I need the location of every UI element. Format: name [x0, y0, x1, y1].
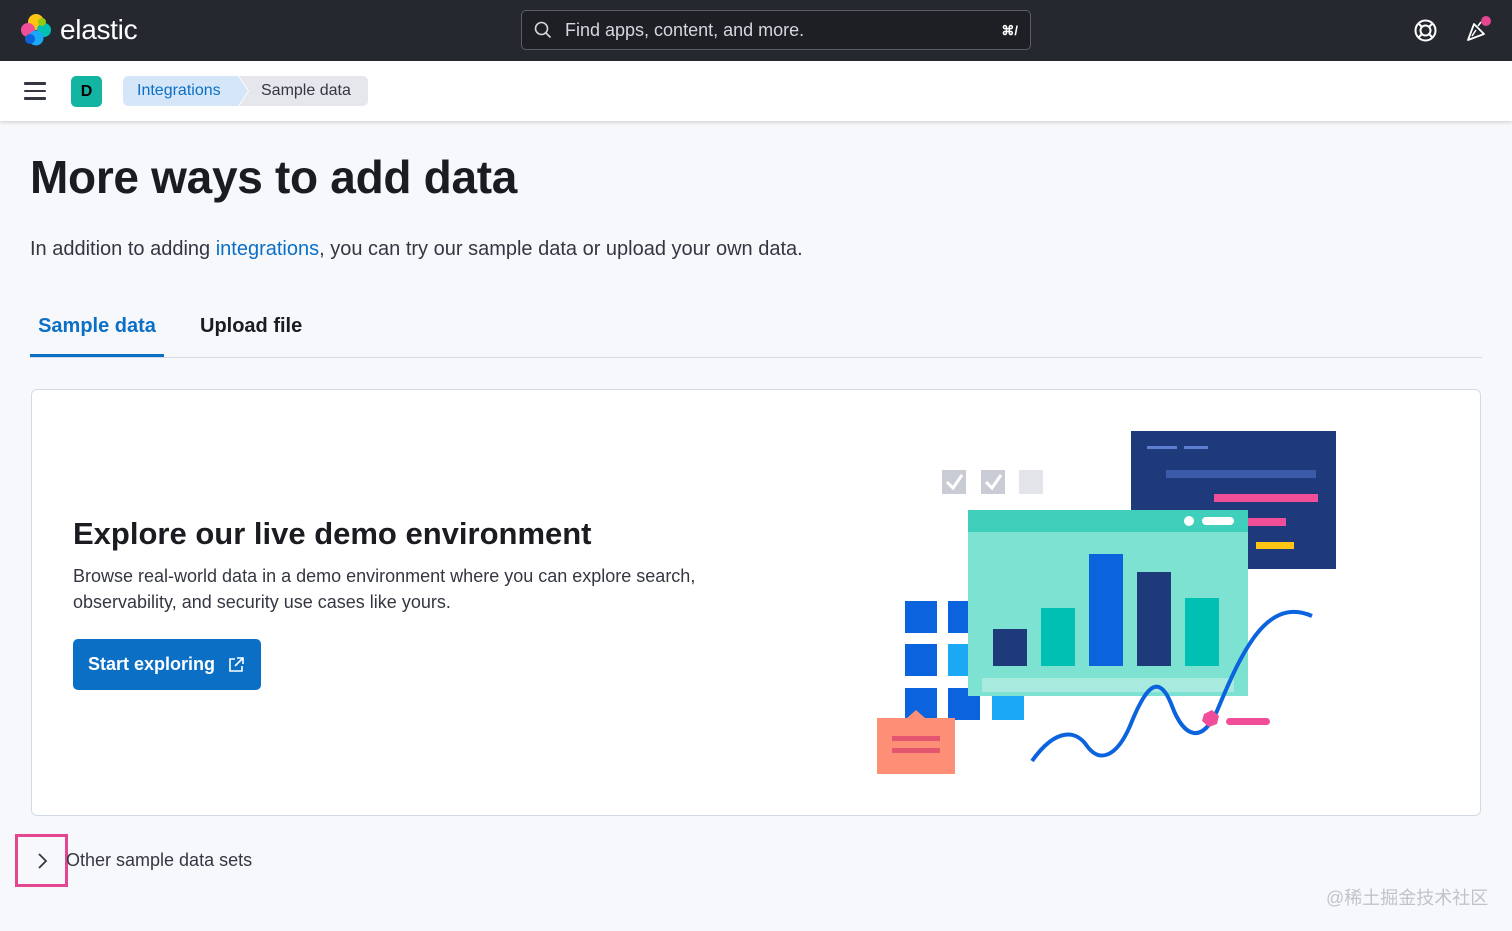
- page-desc-suffix: , you can try our sample data or upload …: [319, 238, 803, 260]
- accordion-label[interactable]: Other sample data sets: [66, 850, 252, 871]
- top-header: elastic ⌘/: [0, 0, 1512, 61]
- tab-upload-file[interactable]: Upload file: [200, 305, 302, 357]
- start-exploring-label: Start exploring: [88, 654, 216, 674]
- demo-panel-description: Browse real-world data in a demo environ…: [73, 566, 696, 612]
- newsfeed-icon[interactable]: [1464, 16, 1492, 44]
- other-sample-data-accordion[interactable]: Other sample data sets: [15, 834, 252, 887]
- tab-sample-data[interactable]: Sample data: [30, 305, 164, 357]
- chevron-right-icon: [37, 852, 47, 869]
- search-shortcut-hint: ⌘/: [1001, 23, 1018, 38]
- watermark: @稀土掘金技术社区: [1326, 888, 1489, 908]
- page-title: More ways to add data: [30, 151, 518, 203]
- breadcrumb-sample-data: Sample data: [239, 76, 368, 106]
- breadcrumb-integrations[interactable]: Integrations: [123, 76, 248, 106]
- page-desc-prefix: In addition to adding: [30, 238, 216, 260]
- space-avatar[interactable]: D: [71, 76, 102, 107]
- demo-panel-title: Explore our live demo environment: [73, 516, 592, 551]
- page-description: In addition to adding integrations, you …: [30, 238, 803, 261]
- demo-illustration: [877, 431, 1336, 774]
- help-lifebuoy-icon[interactable]: [1413, 18, 1438, 43]
- breadcrumb-bar: D Integrations Sample data: [0, 61, 1512, 121]
- start-exploring-button[interactable]: Start exploring: [73, 639, 261, 690]
- elastic-logo[interactable]: elastic: [20, 13, 138, 46]
- demo-environment-panel: Explore our live demo environment Browse…: [31, 389, 1481, 816]
- external-link-icon: [229, 656, 244, 672]
- global-search[interactable]: ⌘/: [521, 10, 1031, 50]
- hamburger-menu-icon[interactable]: [24, 82, 46, 100]
- accordion-toggle[interactable]: [15, 834, 68, 887]
- search-input[interactable]: [565, 19, 985, 41]
- elastic-logo-icon: [21, 14, 51, 46]
- integrations-link[interactable]: integrations: [216, 238, 319, 260]
- brand-name: elastic: [60, 13, 138, 45]
- tab-bar: Sample data Upload file: [30, 305, 1482, 358]
- search-icon: [534, 21, 552, 39]
